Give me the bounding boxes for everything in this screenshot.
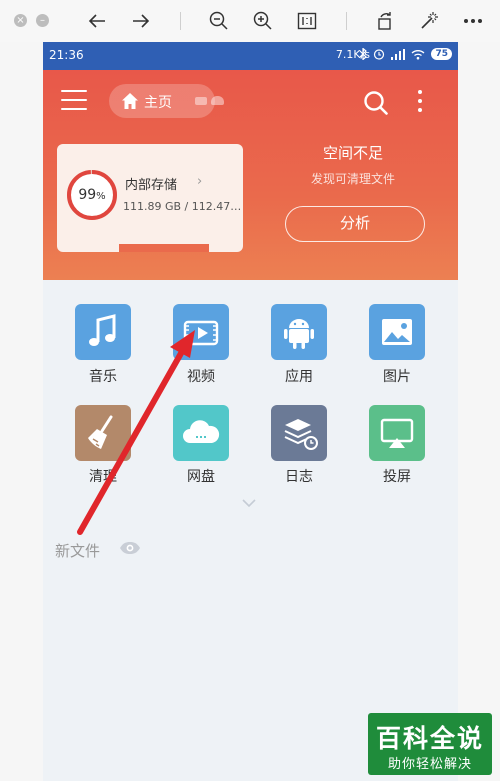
new-files-title: 新文件 bbox=[55, 542, 101, 560]
app-label-cleanup: 清理 bbox=[89, 469, 117, 485]
app-label-video: 视频 bbox=[187, 369, 215, 385]
back-arrow-icon[interactable] bbox=[82, 6, 112, 36]
app-label-log: 日志 bbox=[285, 469, 313, 485]
phone-screen: 21:36 7.1K/s 75 主页 99% 内部存储 › 111.89 GB … bbox=[43, 42, 458, 781]
search-icon[interactable] bbox=[363, 90, 389, 116]
watermark-logo: 百科全说 助你轻松解决 bbox=[368, 713, 492, 775]
home-label: 主页 bbox=[144, 95, 172, 111]
analyze-button[interactable]: 分析 bbox=[285, 206, 425, 242]
internal-storage-card[interactable]: 99% 内部存储 › 111.89 GB / 112.47… bbox=[57, 144, 243, 252]
images-app-tile[interactable] bbox=[369, 304, 425, 360]
home-icon bbox=[122, 93, 138, 109]
viewer-toolbar: × – bbox=[0, 0, 500, 42]
broom-icon bbox=[88, 415, 113, 449]
app-label-images: 图片 bbox=[383, 369, 411, 385]
storage-percent: 99% bbox=[78, 187, 106, 203]
actual-size-icon[interactable] bbox=[292, 6, 322, 36]
toolbar-divider bbox=[180, 12, 181, 30]
space-warning-title: 空间不足 bbox=[322, 144, 383, 162]
log-icon bbox=[284, 419, 318, 450]
cloud-icon bbox=[183, 420, 220, 443]
home-tab[interactable]: 主页 bbox=[109, 84, 224, 118]
eye-icon[interactable] bbox=[119, 540, 141, 556]
wifi-icon bbox=[412, 49, 425, 59]
alarm-icon bbox=[374, 49, 385, 60]
image-icon bbox=[382, 319, 412, 345]
video-icon bbox=[183, 320, 219, 346]
minimize-icon[interactable]: – bbox=[36, 14, 49, 27]
storage-size: 111.89 GB / 112.47… bbox=[123, 200, 242, 213]
message-icon bbox=[195, 97, 207, 105]
watermark-tagline: 助你轻松解决 bbox=[387, 757, 472, 772]
music-icon bbox=[89, 314, 116, 346]
music-app-tile[interactable] bbox=[75, 304, 131, 360]
zoom-out-icon[interactable] bbox=[204, 6, 234, 36]
cloud-drive-app-tile[interactable] bbox=[173, 405, 229, 461]
chevron-right-icon: › bbox=[197, 174, 203, 189]
battery-level: 75 bbox=[431, 48, 452, 60]
forward-arrow-icon[interactable] bbox=[126, 6, 156, 36]
signal-icon bbox=[391, 48, 406, 60]
status-icons: 75 bbox=[359, 48, 452, 60]
close-icon[interactable]: × bbox=[14, 14, 27, 27]
app-label-cloud-drive: 网盘 bbox=[187, 469, 215, 485]
storage-title: 内部存储 bbox=[125, 178, 178, 193]
app-label-music: 音乐 bbox=[89, 369, 117, 385]
zoom-in-icon[interactable] bbox=[248, 6, 278, 36]
rotate-icon[interactable] bbox=[370, 6, 400, 36]
watermark-title: 百科全说 bbox=[375, 724, 484, 753]
app-label-apps: 应用 bbox=[285, 369, 313, 385]
video-app-tile[interactable] bbox=[173, 304, 229, 360]
card-notch bbox=[119, 244, 209, 252]
bluetooth-icon bbox=[360, 48, 368, 60]
cast-icon bbox=[380, 418, 414, 448]
status-bar: 21:36 7.1K/s 75 bbox=[43, 42, 458, 70]
log-app-tile[interactable] bbox=[271, 405, 327, 461]
menu-icon[interactable] bbox=[61, 90, 87, 112]
cast-app-tile[interactable] bbox=[369, 405, 425, 461]
more-vertical-icon[interactable] bbox=[416, 90, 424, 116]
cloud-icon bbox=[211, 96, 224, 105]
header: 主页 99% 内部存储 › 111.89 GB / 112.47… 空间不足 发… bbox=[43, 70, 458, 280]
magic-wand-icon[interactable] bbox=[414, 6, 444, 36]
status-time: 21:36 bbox=[49, 48, 84, 62]
toolbar-divider bbox=[346, 12, 347, 30]
apps-app-tile[interactable] bbox=[271, 304, 327, 360]
more-icon[interactable] bbox=[458, 6, 488, 36]
app-label-cast: 投屏 bbox=[383, 469, 411, 485]
cleanup-app-tile[interactable] bbox=[75, 405, 131, 461]
android-icon bbox=[284, 319, 314, 349]
expand-chevron-icon[interactable] bbox=[241, 498, 257, 508]
space-warning-subtitle: 发现可清理文件 bbox=[310, 172, 395, 186]
